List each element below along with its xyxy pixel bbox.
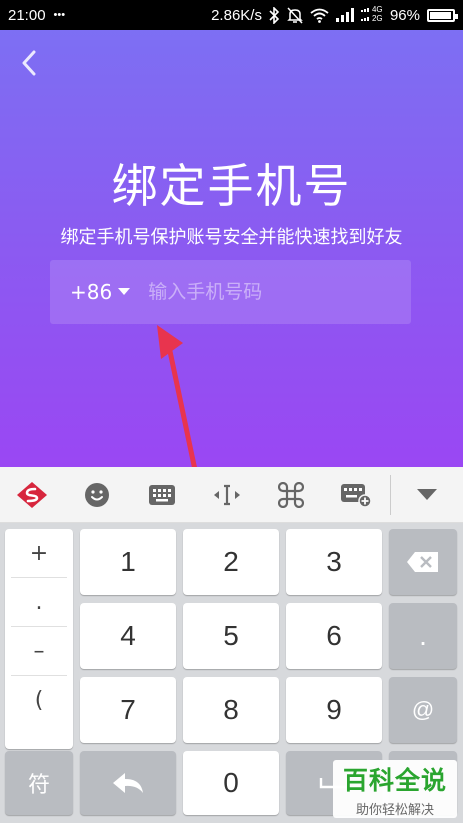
collapse-icon [417,488,438,500]
country-code-value: +86 [70,280,113,304]
undo-arrow-icon [113,773,143,793]
watermark-sub-text: 助你轻松解决 [355,802,434,818]
key-8[interactable]: 8 [183,677,279,743]
network-speed: 2.86K/s [211,6,262,24]
emoji-icon [85,482,110,507]
watermark-main-text: 百科全说 [342,765,447,795]
signal-label-2g: 2G [371,14,383,23]
battery-fill [430,11,452,19]
annotation-arrow-icon [157,325,198,473]
key-5[interactable]: 5 [183,603,279,669]
keyboard-toolbar [0,467,463,523]
dual-signal-icon: 4G 2G [360,5,383,23]
status-dots: ••• [53,9,66,21]
key-3[interactable]: 3 [286,529,382,595]
sogou-logo-button[interactable] [0,467,65,523]
dot-key[interactable]: . [389,603,457,669]
wifi-icon [310,8,329,23]
key-2[interactable]: 2 [183,529,279,595]
key-0[interactable]: 0 [183,751,279,815]
backspace-icon [407,552,438,572]
battery-icon [427,8,458,22]
symbol-key[interactable]: ( [11,676,67,725]
status-time: 21:00 [8,6,46,24]
return-key[interactable] [80,751,176,815]
signal-label-4g: 4G [371,5,383,14]
page-subtitle: 绑定手机号保护账号安全并能快速找到好友 [60,227,403,248]
at-key[interactable]: @ [389,677,457,743]
bind-phone-panel: 绑定手机号 绑定手机号保护账号安全并能快速找到好友 +86 [0,30,463,473]
key-1[interactable]: 1 [80,529,176,595]
symbol-key[interactable]: + [11,529,67,578]
symbol-key[interactable]: – [11,627,67,676]
phone-input-row: +86 [50,260,411,324]
chevron-left-icon [22,50,36,76]
emoji-button[interactable] [65,467,130,523]
bluetooth-icon [269,6,280,24]
keyboard-settings-button[interactable] [324,467,389,523]
keyboard-settings-icon [340,483,372,508]
key-4[interactable]: 4 [80,603,176,669]
back-button[interactable] [14,48,44,78]
battery-percent: 96% [389,6,420,24]
signal-icon [335,8,354,22]
phone-number-input[interactable] [148,281,379,303]
sogou-logo-icon [17,481,48,508]
keyboard-switch-button[interactable] [129,467,194,523]
collapse-keyboard-button[interactable] [391,467,463,523]
delete-key[interactable] [389,529,457,595]
country-code-select[interactable]: +86 [70,280,131,304]
watermark-logo: 百科全说 助你轻松解决 [333,760,457,818]
key-7[interactable]: 7 [80,677,176,743]
key-6[interactable]: 6 [286,603,382,669]
command-button[interactable] [259,467,324,523]
command-icon [278,481,305,508]
symbol-list[interactable]: + . – ( [5,529,73,749]
mute-bell-icon [287,6,303,24]
cursor-move-button[interactable] [194,467,259,523]
status-bar: 21:00 ••• 2.86K/s 4G 2G 96% [0,0,463,30]
symbol-key[interactable]: . [11,578,67,627]
keyboard-icon [148,484,175,505]
key-9[interactable]: 9 [286,677,382,743]
page-title: 绑定手机号 [111,159,352,213]
triangle-down-icon [118,288,131,295]
cursor-move-icon [213,484,240,505]
symbol-switch-key[interactable]: 符 [5,751,73,815]
